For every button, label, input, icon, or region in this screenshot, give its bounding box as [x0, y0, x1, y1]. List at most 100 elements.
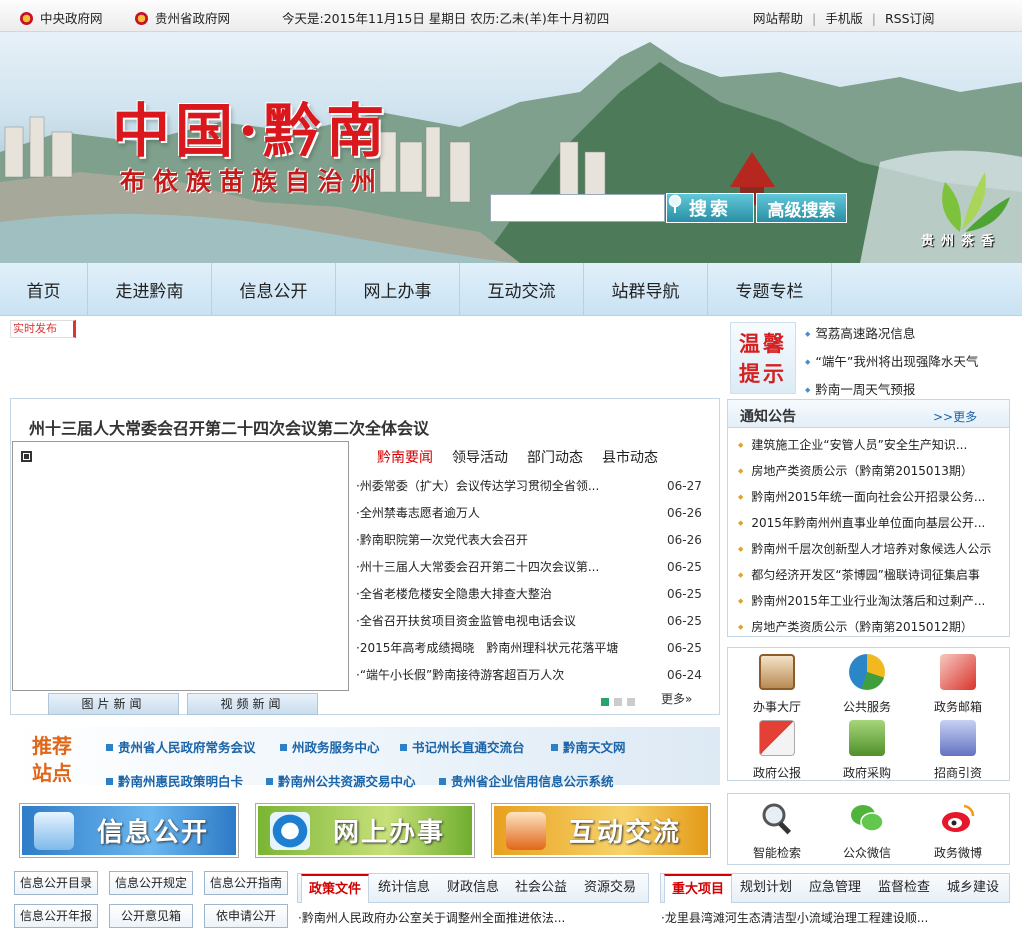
gov-mailbox[interactable]: 政务邮箱	[918, 654, 998, 715]
rec-link[interactable]: 黔南州公共资源交易中心	[266, 771, 416, 790]
main-nav: 首页 走进黔南 信息公开 网上办事 互动交流 站群导航 专题专栏	[0, 263, 1022, 316]
list-item[interactable]: ·全省召开扶贫项目资金监管电视电话会议 06-25	[356, 610, 702, 637]
nav-interaction[interactable]: 互动交流	[460, 263, 584, 316]
list-item[interactable]: 2015年黔南州州直事业单位面向基层公开...	[738, 514, 1000, 531]
tips-box: 温馨提示 驾荔高速路况信息 “端午”我州将出现强降水天气 黔南一周天气预报	[727, 318, 1010, 398]
weibo[interactable]: 政务微博	[918, 800, 998, 861]
slider-dot[interactable]	[614, 698, 622, 706]
smart-search[interactable]: 智能检索	[737, 800, 817, 861]
gov-bulletin[interactable]: 政府公报	[737, 720, 817, 781]
tab-planning[interactable]: 规划计划	[740, 874, 792, 903]
investment-promotion[interactable]: 招商引资	[918, 720, 998, 781]
nav-online-services[interactable]: 网上办事	[336, 263, 460, 316]
apply-disclosure-button[interactable]: 依申请公开	[204, 904, 288, 928]
rec-link[interactable]: 黔南天文网	[551, 737, 626, 756]
tab-public-welfare[interactable]: 社会公益	[515, 874, 567, 903]
tip-link[interactable]: “端午”我州将出现强降水天气	[805, 351, 978, 370]
tab-supervision[interactable]: 监督检查	[878, 874, 930, 903]
notice-panel: 通知公告 >>更多 建筑施工企业“安管人员”安全生产知识... 房地产类资质公示…	[727, 399, 1010, 637]
tab-resource-trading[interactable]: 资源交易	[584, 874, 636, 903]
nav-about[interactable]: 走进黔南	[88, 263, 212, 316]
nav-special-topics[interactable]: 专题专栏	[708, 263, 832, 316]
list-item[interactable]: 建筑施工企业“安管人员”安全生产知识...	[738, 436, 1000, 453]
news-box: 州十三届人大常委会召开第二十四次会议第二次全体会议 图片新闻 视频新闻 黔南要闻…	[10, 398, 720, 715]
project-tabs: 重大项目 规划计划 应急管理 监督检查 城乡建设	[660, 873, 1010, 903]
tab-emergency[interactable]: 应急管理	[809, 874, 861, 903]
search-icon	[668, 194, 682, 213]
service-hall[interactable]: 办事大厅	[737, 654, 817, 715]
list-item[interactable]: ·全州禁毒志愿者逾万人 06-26	[356, 502, 702, 529]
link-central-gov[interactable]: 中央政府网	[20, 8, 103, 27]
tab-finance[interactable]: 财政信息	[447, 874, 499, 903]
advanced-search-button[interactable]: 高级搜索	[756, 193, 847, 223]
news-more-link[interactable]: 更多»	[661, 690, 692, 707]
rec-link[interactable]: 黔南州惠民政策明白卡	[106, 771, 243, 790]
list-item[interactable]: 房地产类资质公示（黔南第2015012期）	[738, 618, 1000, 635]
rss-link[interactable]: RSS订阅	[885, 11, 935, 26]
help-link[interactable]: 网站帮助	[753, 11, 803, 26]
tab-photo-news[interactable]: 图片新闻	[48, 693, 179, 715]
opinion-box-button[interactable]: 公开意见箱	[109, 904, 193, 928]
tip-link[interactable]: 黔南一周天气预报	[805, 379, 915, 398]
site-title: 中国·黔南	[112, 97, 390, 165]
big-button-interaction[interactable]: 互动交流	[492, 804, 710, 857]
info-rules-button[interactable]: 信息公开规定	[109, 871, 193, 895]
banner: 中国·黔南 布依族苗族自治州 搜索 高级搜索 贵州茶香	[0, 32, 1022, 263]
list-item[interactable]: ·黔南职院第一次党代表大会召开 06-26	[356, 529, 702, 556]
slider-dot[interactable]	[601, 698, 609, 706]
tab-county-news[interactable]: 县市动态	[602, 450, 658, 466]
nav-home[interactable]: 首页	[0, 263, 88, 316]
slider-dots	[601, 695, 640, 709]
big-button-online-services[interactable]: 网上办事	[256, 804, 474, 857]
project-first-item[interactable]: ·龙里县湾滩河生态清洁型小流域治理工程建设顺...	[661, 909, 928, 926]
list-item[interactable]: 房地产类资质公示（黔南第2015013期）	[738, 462, 1000, 479]
rec-link[interactable]: 贵州省企业信用信息公示系统	[439, 771, 614, 790]
list-item[interactable]: ·全省老楼危楼安全隐患大排查大整治 06-25	[356, 583, 702, 610]
list-item[interactable]: 黔南州千层次创新型人才培养对象候选人公示	[738, 540, 1000, 557]
info-guide-button[interactable]: 信息公开指南	[204, 871, 288, 895]
big-button-info-disclosure[interactable]: 信息公开	[20, 804, 238, 857]
wechat-icon	[849, 800, 885, 836]
headline[interactable]: 州十三届人大常委会召开第二十四次会议第二次全体会议	[29, 415, 429, 439]
list-item[interactable]: ·“端午小长假”黔南接待游客超百万人次 06-24	[356, 664, 702, 691]
tab-policy-documents[interactable]: 政策文件	[301, 874, 369, 903]
public-service[interactable]: 公共服务	[827, 654, 907, 715]
top-links: 网站帮助 | 手机版 | RSS订阅	[753, 8, 935, 27]
service-icons: 办事大厅 公共服务 政务邮箱 政府公报 政府采购 招商引资	[727, 647, 1010, 781]
top-bar: 中央政府网 贵州省政府网 今天是:2015年11月15日 星期日 农历:乙未(羊…	[0, 0, 1022, 32]
list-item[interactable]: ·州委常委（扩大）会议传达学习贯彻全省领... 06-27	[356, 475, 702, 502]
tab-statistics[interactable]: 统计信息	[378, 874, 430, 903]
rec-link[interactable]: 贵州省人民政府常务会议	[106, 737, 256, 756]
policy-first-item[interactable]: ·黔南州人民政府办公室关于调整州全面推进依法...	[298, 909, 565, 926]
list-item[interactable]: ·州十三届人大常委会召开第二十四次会议第... 06-25	[356, 556, 702, 583]
nav-site-group[interactable]: 站群导航	[584, 263, 708, 316]
tab-major-projects[interactable]: 重大项目	[664, 874, 732, 903]
gov-procurement[interactable]: 政府采购	[827, 720, 907, 781]
rec-link[interactable]: 州政务服务中心	[280, 737, 380, 756]
tab-video-news[interactable]: 视频新闻	[187, 693, 318, 715]
tab-leader-activities[interactable]: 领导活动	[452, 450, 508, 466]
notice-more-link[interactable]: >>更多	[933, 408, 977, 425]
slider-dot[interactable]	[627, 698, 635, 706]
list-item[interactable]: ·2015年高考成绩揭晓 黔南州理科状元花落平塘 06-25	[356, 637, 702, 664]
tip-link[interactable]: 驾荔高速路况信息	[805, 323, 915, 342]
tab-qiannan-news[interactable]: 黔南要闻	[377, 450, 433, 466]
search-input[interactable]	[490, 194, 665, 222]
news-tabs: 黔南要闻 领导活动 部门动态 县市动态	[377, 447, 677, 467]
wechat[interactable]: 公众微信	[827, 800, 907, 861]
tab-urban-rural[interactable]: 城乡建设	[947, 874, 999, 903]
info-annual-report-button[interactable]: 信息公开年报	[14, 904, 98, 928]
separator: |	[812, 11, 817, 26]
national-emblem-icon	[135, 12, 148, 25]
list-item[interactable]: 黔南州2015年统一面向社会公开招录公务...	[738, 488, 1000, 505]
info-catalog-button[interactable]: 信息公开目录	[14, 871, 98, 895]
rec-link[interactable]: 书记州长直通交流台	[400, 737, 525, 756]
list-item[interactable]: 黔南州2015年工业行业淘汰落后和过剩产...	[738, 592, 1000, 609]
photo-news-slider[interactable]	[12, 441, 349, 691]
link-province-gov[interactable]: 贵州省政府网	[135, 8, 230, 27]
mobile-link[interactable]: 手机版	[825, 11, 863, 26]
nav-info-disclosure[interactable]: 信息公开	[212, 263, 336, 316]
tab-department-news[interactable]: 部门动态	[527, 450, 583, 466]
list-item[interactable]: 都匀经济开发区“茶博园”楹联诗词征集启事	[738, 566, 1000, 583]
search-button[interactable]: 搜索	[666, 193, 754, 223]
